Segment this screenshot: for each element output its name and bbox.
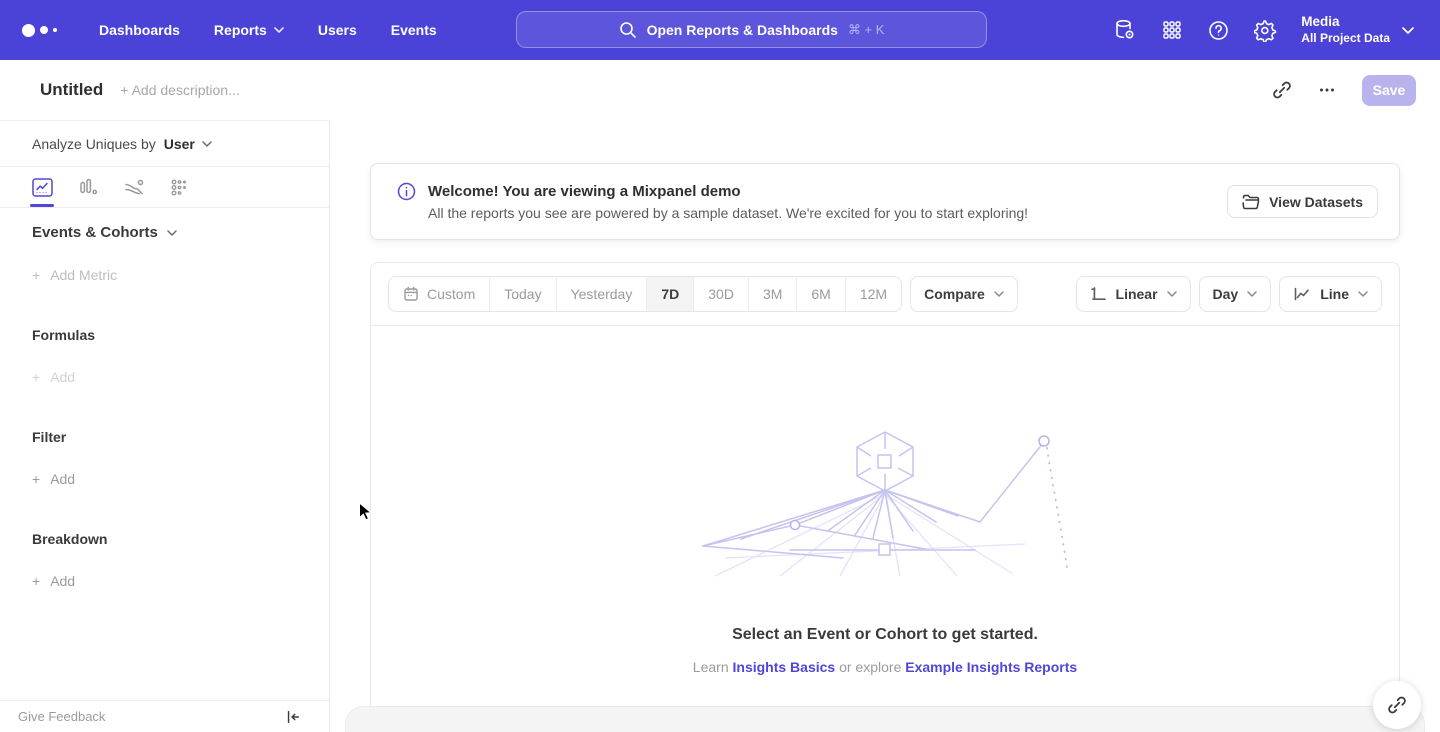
- data-management-icon[interactable]: [1113, 18, 1137, 42]
- chevron-down-icon: [1358, 291, 1368, 297]
- events-cohorts-dropdown[interactable]: Events & Cohorts: [0, 224, 329, 241]
- help-icon[interactable]: [1207, 19, 1230, 42]
- visualization-tabs: [0, 167, 329, 208]
- analyze-uniques-label: Analyze Uniques by: [32, 136, 156, 152]
- chevron-down-icon: [202, 141, 212, 147]
- plus-icon: +: [32, 471, 40, 487]
- report-description-placeholder[interactable]: + Add description...: [120, 82, 239, 98]
- tab-bar-chart[interactable]: [79, 167, 98, 207]
- calendar-icon: [403, 286, 419, 302]
- collapse-sidebar-icon[interactable]: [285, 709, 301, 725]
- mixpanel-logo[interactable]: [22, 24, 70, 37]
- banner-title: Welcome! You are viewing a Mixpanel demo: [428, 183, 1028, 200]
- empty-state: Select an Event or Cohort to get started…: [371, 326, 1399, 675]
- info-icon: [397, 182, 416, 201]
- view-datasets-button[interactable]: View Datasets: [1227, 185, 1378, 218]
- scale-dropdown[interactable]: Linear: [1076, 276, 1191, 312]
- copy-link-icon[interactable]: [1272, 80, 1292, 100]
- save-button[interactable]: Save: [1362, 75, 1416, 106]
- chevron-down-icon: [1167, 291, 1177, 297]
- date-range-yesterday[interactable]: Yesterday: [556, 277, 647, 311]
- chevron-down-icon: [274, 27, 284, 33]
- empty-state-illustration: [695, 426, 1075, 578]
- chevron-down-icon: [1247, 291, 1257, 297]
- nav-item-reports[interactable]: Reports: [197, 14, 301, 46]
- report-header: Untitled + Add description... Save: [0, 60, 1440, 120]
- chevron-down-icon: [994, 291, 1004, 297]
- give-feedback-link[interactable]: Give Feedback: [18, 709, 105, 724]
- chart-type-dropdown[interactable]: Line: [1279, 276, 1382, 312]
- tab-retention[interactable]: [170, 167, 189, 207]
- chevron-down-icon: [1402, 27, 1414, 34]
- insights-chart-card: Custom Today Yesterday 7D 30D 3M 6M 12M …: [370, 262, 1400, 732]
- line-chart-icon: [1293, 286, 1311, 302]
- date-range-30d[interactable]: 30D: [693, 277, 748, 311]
- date-range-7d[interactable]: 7D: [646, 277, 693, 311]
- section-title-filter: Filter: [0, 429, 329, 445]
- folder-icon: [1242, 194, 1260, 210]
- results-panel-peek[interactable]: [345, 706, 1425, 732]
- example-insights-reports-link[interactable]: Example Insights Reports: [905, 659, 1077, 675]
- tab-insights-line[interactable]: [32, 167, 53, 207]
- compare-dropdown[interactable]: Compare: [910, 276, 1018, 312]
- plus-icon: +: [32, 369, 40, 385]
- search-placeholder: Open Reports & Dashboards: [647, 22, 838, 38]
- insights-basics-link[interactable]: Insights Basics: [733, 659, 836, 675]
- add-breakdown-button[interactable]: + Add: [0, 573, 329, 589]
- nav-item-events[interactable]: Events: [374, 14, 454, 46]
- date-range-today[interactable]: Today: [489, 277, 555, 311]
- report-title[interactable]: Untitled: [40, 80, 103, 100]
- add-filter-button[interactable]: + Add: [0, 471, 329, 487]
- chevron-down-icon: [167, 230, 177, 236]
- apps-grid-icon[interactable]: [1161, 19, 1183, 41]
- banner-body: All the reports you see are powered by a…: [428, 205, 1028, 221]
- search-icon: [619, 21, 637, 39]
- project-subtitle: All Project Data: [1301, 31, 1390, 46]
- project-name: Media: [1301, 14, 1390, 31]
- welcome-banner: Welcome! You are viewing a Mixpanel demo…: [370, 163, 1400, 240]
- date-range-12m[interactable]: 12M: [845, 277, 901, 311]
- plus-icon: +: [32, 267, 40, 283]
- settings-gear-icon[interactable]: [1254, 19, 1277, 42]
- date-range-segmented-control: Custom Today Yesterday 7D 30D 3M 6M 12M: [388, 276, 902, 312]
- nav-right-cluster: Media All Project Data: [1113, 14, 1440, 46]
- analyze-by-dropdown[interactable]: User: [164, 136, 212, 152]
- empty-state-title: Select an Event or Cohort to get started…: [732, 626, 1038, 644]
- section-title-breakdown: Breakdown: [0, 531, 329, 547]
- plus-icon: +: [32, 573, 40, 589]
- date-range-3m[interactable]: 3M: [748, 277, 796, 311]
- interval-dropdown[interactable]: Day: [1199, 276, 1272, 312]
- main-content: Welcome! You are viewing a Mixpanel demo…: [330, 120, 1440, 732]
- add-metric-button[interactable]: + Add Metric: [0, 267, 329, 283]
- search-shortcut: ⌘ + K: [848, 22, 885, 38]
- tab-flows[interactable]: [124, 167, 144, 207]
- top-nav: Dashboards Reports Users Events Open Rep…: [0, 0, 1440, 60]
- link-icon: [1387, 695, 1407, 715]
- share-link-fab[interactable]: [1373, 681, 1421, 729]
- nav-item-users[interactable]: Users: [301, 14, 374, 46]
- primary-nav: Dashboards Reports Users Events: [82, 14, 454, 46]
- more-options-icon[interactable]: [1318, 81, 1336, 99]
- date-range-6m[interactable]: 6M: [796, 277, 844, 311]
- chart-toolbar: Custom Today Yesterday 7D 30D 3M 6M 12M …: [371, 263, 1399, 326]
- query-builder-sidebar: Analyze Uniques by User: [0, 120, 330, 732]
- add-formula-button[interactable]: + Add: [0, 369, 329, 385]
- sidebar-footer: Give Feedback: [0, 700, 329, 732]
- section-title-formulas: Formulas: [0, 327, 329, 343]
- empty-state-subtitle: Learn Insights Basics or explore Example…: [693, 659, 1077, 675]
- global-search[interactable]: Open Reports & Dashboards ⌘ + K: [516, 11, 987, 48]
- date-range-custom[interactable]: Custom: [389, 277, 489, 311]
- nav-item-dashboards[interactable]: Dashboards: [82, 14, 197, 46]
- linear-axis-icon: [1090, 286, 1107, 302]
- project-switcher[interactable]: Media All Project Data: [1301, 14, 1414, 46]
